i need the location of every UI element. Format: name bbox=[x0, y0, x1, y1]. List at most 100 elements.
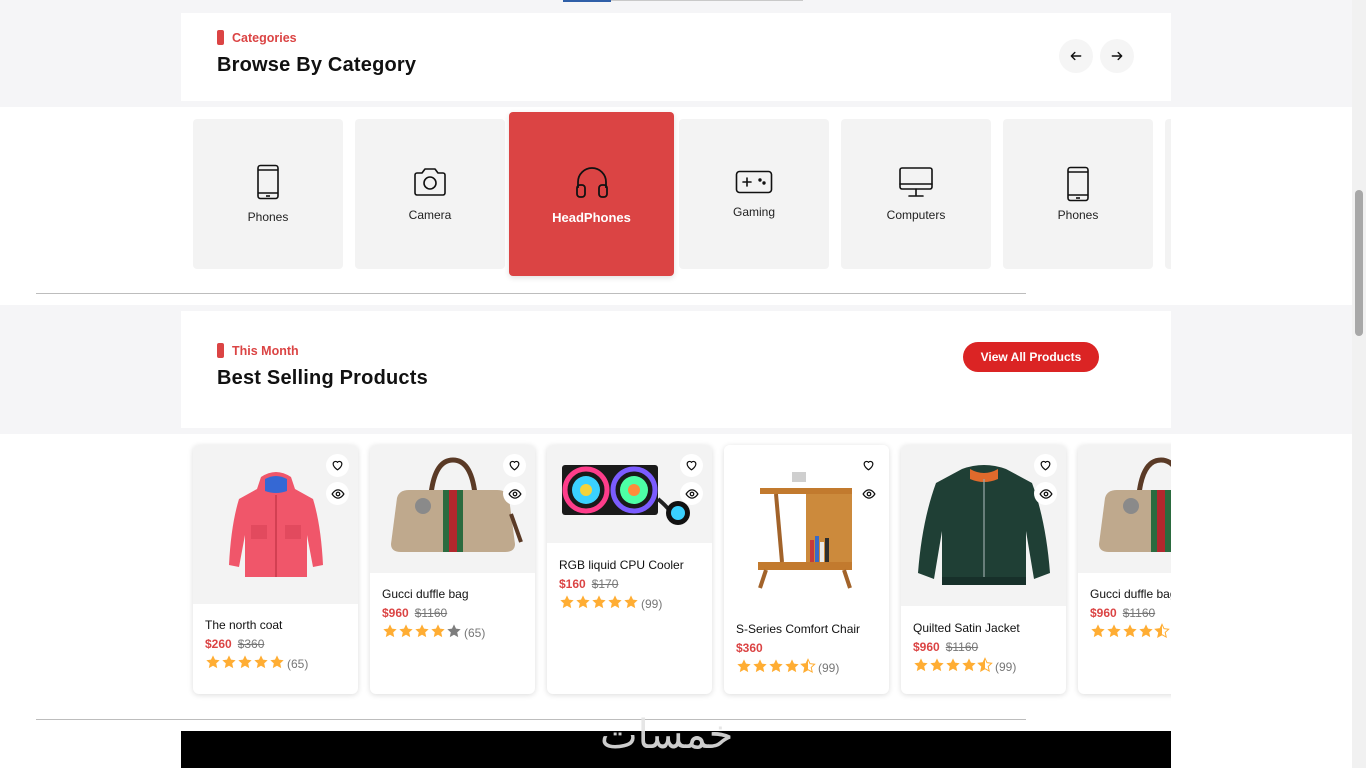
category-label: Gaming bbox=[732, 205, 776, 219]
page-scrollbar[interactable] bbox=[1352, 0, 1366, 768]
category-computers[interactable]: Computers bbox=[841, 119, 991, 269]
duffle-bag-image bbox=[1098, 457, 1171, 552]
star-filled-icon bbox=[576, 595, 590, 609]
prev-arrow-button[interactable] bbox=[1059, 39, 1093, 73]
category-camera[interactable]: Camera bbox=[355, 119, 505, 269]
product-card[interactable]: Gucci duffle bag $960 $1160 (65) bbox=[370, 445, 535, 694]
product-rating bbox=[1090, 623, 1171, 642]
old-price: $1160 bbox=[414, 606, 448, 620]
current-price: $960 bbox=[913, 640, 940, 654]
section-title: Browse By Category bbox=[217, 54, 417, 76]
category-label: Camera bbox=[408, 208, 452, 222]
rating-stars bbox=[382, 623, 462, 642]
star-filled-icon bbox=[1107, 624, 1121, 638]
review-count: (65) bbox=[464, 625, 486, 640]
wishlist-button[interactable] bbox=[503, 454, 526, 477]
category-gaming[interactable]: Gaming bbox=[679, 119, 829, 269]
product-card[interactable]: S-Series Comfort Chair $360 (99) bbox=[724, 445, 889, 694]
product-card[interactable]: RGB liquid CPU Cooler $160 $170 (99) bbox=[547, 445, 712, 694]
current-price: $960 bbox=[382, 606, 409, 620]
category-phones-2[interactable]: Phones bbox=[1003, 119, 1153, 269]
category-headphones[interactable]: HeadPhones bbox=[509, 112, 674, 276]
product-rating: (65) bbox=[382, 623, 527, 642]
star-filled-icon bbox=[914, 658, 928, 672]
coat-image bbox=[228, 471, 323, 577]
star-filled-icon bbox=[399, 624, 413, 638]
product-price: $160 $170 bbox=[559, 577, 704, 591]
rating-stars bbox=[559, 594, 639, 613]
camera-icon bbox=[414, 168, 446, 196]
next-arrow-button[interactable] bbox=[1100, 39, 1134, 73]
quick-view-button[interactable] bbox=[1034, 482, 1057, 505]
view-all-products-button[interactable]: View All Products bbox=[963, 342, 1099, 372]
eyebrow-bar bbox=[217, 343, 224, 358]
side-table-image bbox=[757, 471, 852, 589]
product-info: Gucci duffle bag $960 $1160 (65) bbox=[382, 587, 527, 642]
current-price: $360 bbox=[736, 641, 763, 655]
star-filled-icon bbox=[930, 658, 944, 672]
categories-header: Categories Browse By Category bbox=[181, 13, 1171, 101]
review-count: (99) bbox=[641, 596, 663, 611]
wishlist-button[interactable] bbox=[1034, 454, 1057, 477]
quick-view-button[interactable] bbox=[326, 482, 349, 505]
category-label: HeadPhones bbox=[552, 209, 631, 225]
product-info: S-Series Comfort Chair $360 (99) bbox=[736, 622, 881, 677]
star-filled-icon bbox=[222, 655, 236, 669]
quick-view-button[interactable] bbox=[680, 482, 703, 505]
product-card[interactable]: Gucci duffle bag $960 $1160 bbox=[1078, 445, 1171, 694]
star-filled-icon bbox=[785, 659, 799, 673]
star-filled-icon bbox=[560, 595, 574, 609]
star-filled-icon bbox=[383, 624, 397, 638]
product-card[interactable]: Quilted Satin Jacket $960 $1160 (99) bbox=[901, 445, 1066, 694]
wishlist-button[interactable] bbox=[857, 454, 880, 477]
product-price: $960 $1160 bbox=[1090, 606, 1171, 620]
product-card[interactable]: The north coat $260 $360 (65) bbox=[193, 445, 358, 694]
product-rating: (99) bbox=[736, 658, 881, 677]
product-info: Gucci duffle bag $960 $1160 bbox=[1090, 587, 1171, 642]
star-half-icon bbox=[800, 658, 816, 674]
top-strip bbox=[0, 0, 1352, 7]
arrow-right-icon bbox=[1111, 51, 1123, 61]
wishlist-button[interactable] bbox=[326, 454, 349, 477]
star-filled-icon bbox=[592, 595, 606, 609]
quick-view-button[interactable] bbox=[857, 482, 880, 505]
product-info: Quilted Satin Jacket $960 $1160 (99) bbox=[913, 621, 1058, 676]
star-filled-icon bbox=[962, 658, 976, 672]
current-price: $960 bbox=[1090, 606, 1117, 620]
top-tab-line bbox=[611, 0, 803, 1]
cpu-cooler-image bbox=[561, 465, 690, 525]
product-rating: (99) bbox=[559, 594, 704, 613]
star-filled-icon bbox=[608, 595, 622, 609]
heart-icon bbox=[686, 460, 697, 471]
eye-icon bbox=[330, 488, 345, 499]
jacket-image bbox=[917, 464, 1050, 585]
rating-stars bbox=[913, 657, 993, 676]
product-name: S-Series Comfort Chair bbox=[736, 622, 861, 636]
star-filled-icon bbox=[254, 655, 268, 669]
star-filled-icon bbox=[1139, 624, 1153, 638]
wishlist-button[interactable] bbox=[680, 454, 703, 477]
rating-stars bbox=[736, 658, 816, 677]
rating-stars bbox=[205, 654, 285, 673]
star-filled-icon bbox=[946, 658, 960, 672]
product-name: Quilted Satin Jacket bbox=[913, 621, 1020, 635]
best-selling-header: This Month Best Selling Products View Al… bbox=[181, 311, 1171, 428]
phone-icon bbox=[1067, 166, 1089, 202]
category-label: Computers bbox=[886, 208, 946, 222]
review-count: (65) bbox=[287, 656, 309, 671]
product-carousel: The north coat $260 $360 (65) Gucci duffl… bbox=[181, 434, 1171, 704]
old-price: $1160 bbox=[945, 640, 979, 654]
product-info: RGB liquid CPU Cooler $160 $170 (99) bbox=[559, 558, 704, 613]
phone-icon bbox=[257, 164, 279, 200]
section-divider bbox=[36, 719, 1026, 720]
heart-icon bbox=[332, 460, 343, 471]
eye-icon bbox=[861, 488, 876, 499]
quick-view-button[interactable] bbox=[503, 482, 526, 505]
review-count: (99) bbox=[995, 659, 1017, 674]
category-phones[interactable]: Phones bbox=[193, 119, 343, 269]
category-partial[interactable] bbox=[1165, 119, 1171, 269]
star-filled-icon bbox=[769, 659, 783, 673]
scrollbar-thumb[interactable] bbox=[1355, 190, 1363, 336]
product-rating: (99) bbox=[913, 657, 1058, 676]
top-tab-indicator bbox=[563, 0, 611, 2]
